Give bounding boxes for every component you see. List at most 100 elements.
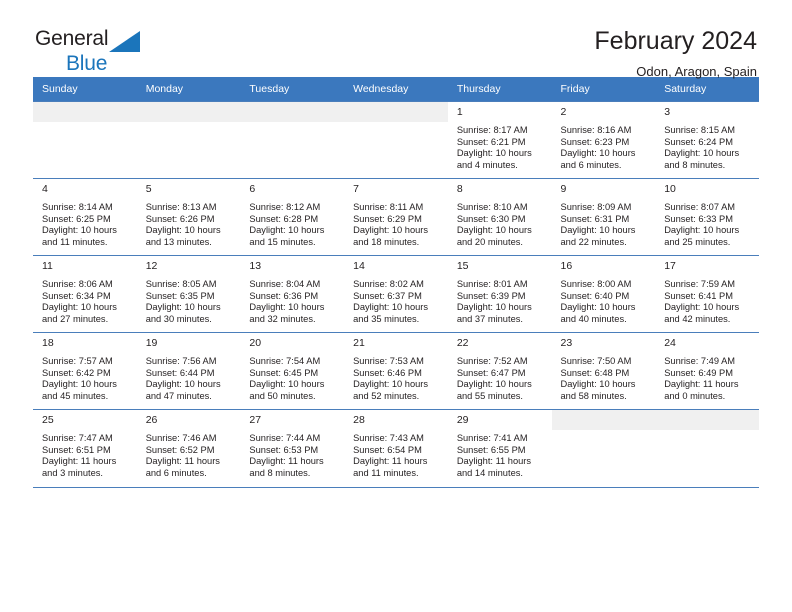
day-details: Sunrise: 7:57 AM Sunset: 6:42 PM Daylight:…: [33, 353, 137, 402]
sunset-text: Sunset: 6:51 PM: [42, 444, 111, 455]
calendar-week-row: 18 Sunrise: 7:57 AM Sunset: 6:42 PM Dayligh…: [33, 332, 759, 410]
day-cell-inner: 14 Sunrise: 8:02 AM Sunset: 6:37 PM Dayligh…: [344, 256, 448, 332]
calendar-day-cell[interactable]: 12 Sunrise: 8:05 AM Sunset: 6:35 PM Dayligh…: [136, 255, 241, 333]
calendar-day-cell[interactable]: 21 Sunrise: 7:53 AM Sunset: 6:46 PM Dayligh…: [344, 332, 448, 410]
day-cell-inner: 9 Sunrise: 8:09 AM Sunset: 6:31 PM Daylight…: [552, 179, 656, 255]
day-details: Sunrise: 7:43 AM Sunset: 6:54 PM Daylight:…: [344, 430, 448, 479]
sunset-text: Sunset: 6:35 PM: [145, 290, 215, 301]
calendar-day-cell[interactable]: 19 Sunrise: 7:56 AM Sunset: 6:44 PM Dayligh…: [136, 332, 241, 410]
calendar-day-cell[interactable]: 9 Sunrise: 8:09 AM Sunset: 6:31 PM Daylight…: [551, 178, 656, 256]
calendar-day-cell[interactable]: 16 Sunrise: 8:00 AM Sunset: 6:40 PM Dayligh…: [551, 255, 656, 333]
sunrise-text: Sunrise: 7:41 AM: [456, 433, 528, 443]
calendar-day-cell[interactable]: 11 Sunrise: 8:06 AM Sunset: 6:34 PM Dayligh…: [33, 255, 137, 333]
calendar-day-cell[interactable]: 7 Sunrise: 8:11 AM Sunset: 6:29 PM Daylight…: [344, 178, 448, 256]
day-number: [551, 410, 656, 430]
day-details: Sunrise: 8:01 AM Sunset: 6:39 PM Daylight:…: [448, 276, 552, 325]
day-details: Sunrise: 8:02 AM Sunset: 6:37 PM Daylight:…: [344, 276, 448, 325]
daylight-text: Daylight: 10 hours and 15 minutes.: [249, 225, 325, 247]
sunrise-text: Sunrise: 7:57 AM: [42, 356, 113, 366]
day-details: Sunrise: 8:04 AM Sunset: 6:36 PM Daylight:…: [240, 276, 344, 325]
day-cell-inner: 8 Sunrise: 8:10 AM Sunset: 6:30 PM Daylight…: [448, 179, 552, 255]
calendar-day-cell[interactable]: 4 Sunrise: 8:14 AM Sunset: 6:25 PM Daylight…: [33, 178, 137, 256]
day-cell-inner: 23 Sunrise: 7:50 AM Sunset: 6:48 PM Dayligh…: [552, 333, 656, 409]
day-details: Sunrise: 8:15 AM Sunset: 6:24 PM Daylight:…: [655, 122, 759, 171]
day-cell-inner: [240, 102, 345, 178]
calendar-day-cell[interactable]: 29 Sunrise: 7:41 AM Sunset: 6:55 PM Dayligh…: [447, 409, 552, 487]
day-details: Sunrise: 8:09 AM Sunset: 6:31 PM Daylight:…: [552, 199, 656, 248]
calendar-day-cell[interactable]: 2 Sunrise: 8:16 AM Sunset: 6:23 PM Daylight…: [551, 101, 656, 179]
day-number: 12: [145, 260, 158, 272]
calendar-table: Sunday Monday Tuesday Wednesday Thursday Frid…: [33, 77, 759, 487]
day-number: 10: [664, 183, 676, 195]
calendar-day-cell[interactable]: 26 Sunrise: 7:46 AM Sunset: 6:52 PM Dayligh…: [136, 409, 241, 487]
sunset-text: Sunset: 6:39 PM: [456, 290, 526, 301]
calendar-bottom-rule: [33, 486, 759, 488]
daylight-text: Daylight: 10 hours and 8 minutes.: [664, 148, 740, 170]
calendar-cell-empty: [344, 101, 448, 179]
calendar-day-cell[interactable]: 22 Sunrise: 7:52 AM Sunset: 6:47 PM Dayligh…: [447, 332, 552, 410]
calendar-day-cell[interactable]: 23 Sunrise: 7:50 AM Sunset: 6:48 PM Dayligh…: [551, 332, 656, 410]
day-number: 26: [145, 414, 158, 426]
logo-text-general: General: [35, 27, 109, 50]
calendar-day-cell[interactable]: 17 Sunrise: 7:59 AM Sunset: 6:41 PM Dayligh…: [655, 255, 759, 333]
calendar-day-cell[interactable]: 1 Sunrise: 8:17 AM Sunset: 6:21 PM Daylight…: [447, 101, 552, 179]
sunset-text: Sunset: 6:49 PM: [664, 367, 733, 378]
day-cell-inner: 3 Sunrise: 8:15 AM Sunset: 6:24 PM Daylight…: [655, 102, 759, 178]
day-number: 9: [560, 183, 567, 195]
day-details: Sunrise: 8:00 AM Sunset: 6:40 PM Daylight:…: [552, 276, 656, 325]
weekday-header-thursday: Thursday: [447, 77, 552, 102]
calendar-day-cell[interactable]: 3 Sunrise: 8:15 AM Sunset: 6:24 PM Daylight…: [655, 101, 759, 179]
sunset-text: Sunset: 6:28 PM: [249, 213, 319, 224]
day-details: Sunrise: 7:46 AM Sunset: 6:52 PM Daylight:…: [137, 430, 241, 479]
day-details: Sunrise: 7:44 AM Sunset: 6:53 PM Daylight:…: [240, 430, 344, 479]
sunset-text: Sunset: 6:48 PM: [560, 367, 630, 378]
day-number: [655, 410, 759, 430]
day-number: [240, 102, 345, 122]
sunset-text: Sunset: 6:33 PM: [664, 213, 733, 224]
sunset-text: Sunset: 6:34 PM: [42, 290, 111, 301]
daylight-text: Daylight: 10 hours and 50 minutes.: [249, 379, 325, 401]
calendar-day-cell[interactable]: 5 Sunrise: 8:13 AM Sunset: 6:26 PM Daylight…: [136, 178, 241, 256]
sunrise-text: Sunrise: 8:10 AM: [456, 202, 528, 212]
calendar-day-cell[interactable]: 20 Sunrise: 7:54 AM Sunset: 6:45 PM Dayligh…: [240, 332, 345, 410]
calendar-day-cell[interactable]: 14 Sunrise: 8:02 AM Sunset: 6:37 PM Dayligh…: [344, 255, 448, 333]
daylight-text: Daylight: 11 hours and 3 minutes.: [42, 456, 117, 478]
calendar-day-cell[interactable]: 10 Sunrise: 8:07 AM Sunset: 6:33 PM Dayligh…: [655, 178, 759, 256]
day-cell-inner: 28 Sunrise: 7:43 AM Sunset: 6:54 PM Dayligh…: [344, 410, 448, 487]
day-details: Sunrise: 8:06 AM Sunset: 6:34 PM Daylight:…: [33, 276, 137, 325]
sunrise-text: Sunrise: 8:16 AM: [560, 125, 632, 135]
day-number: 23: [560, 337, 573, 349]
sunset-text: Sunset: 6:46 PM: [353, 367, 422, 378]
calendar-cell-empty: [136, 101, 241, 179]
daylight-text: Daylight: 10 hours and 47 minutes.: [145, 379, 221, 401]
calendar-day-cell[interactable]: 6 Sunrise: 8:12 AM Sunset: 6:28 PM Daylight…: [240, 178, 345, 256]
sunset-text: Sunset: 6:21 PM: [456, 136, 526, 147]
day-cell-inner: 10 Sunrise: 8:07 AM Sunset: 6:33 PM Dayligh…: [655, 179, 759, 255]
daylight-text: Daylight: 10 hours and 20 minutes.: [456, 225, 532, 247]
logo[interactable]: General Blue: [33, 26, 175, 80]
calendar-day-cell[interactable]: 18 Sunrise: 7:57 AM Sunset: 6:42 PM Dayligh…: [33, 332, 137, 410]
day-number: 28: [353, 414, 365, 426]
day-number: 18: [42, 337, 54, 349]
calendar-day-cell[interactable]: 25 Sunrise: 7:47 AM Sunset: 6:51 PM Dayligh…: [33, 409, 137, 487]
day-details: Sunrise: 7:47 AM Sunset: 6:51 PM Daylight:…: [33, 430, 137, 479]
day-cell-inner: [551, 410, 656, 487]
calendar-day-cell[interactable]: 15 Sunrise: 8:01 AM Sunset: 6:39 PM Dayligh…: [447, 255, 552, 333]
sunrise-text: Sunrise: 8:07 AM: [664, 202, 736, 212]
calendar-day-cell[interactable]: 27 Sunrise: 7:44 AM Sunset: 6:53 PM Dayligh…: [240, 409, 345, 487]
day-cell-inner: 21 Sunrise: 7:53 AM Sunset: 6:46 PM Dayligh…: [344, 333, 448, 409]
blue-triangle-icon: [109, 31, 140, 52]
calendar-day-cell[interactable]: 28 Sunrise: 7:43 AM Sunset: 6:54 PM Dayligh…: [344, 409, 448, 487]
calendar-cell-empty: [33, 101, 137, 179]
day-details: Sunrise: 8:16 AM Sunset: 6:23 PM Daylight:…: [552, 122, 656, 171]
day-number: 4: [42, 183, 48, 195]
calendar-week-row: 4 Sunrise: 8:14 AM Sunset: 6:25 PM Daylight…: [33, 178, 759, 256]
day-cell-inner: 1 Sunrise: 8:17 AM Sunset: 6:21 PM Daylight…: [448, 102, 552, 178]
sunset-text: Sunset: 6:36 PM: [249, 290, 319, 301]
calendar-day-cell[interactable]: 13 Sunrise: 8:04 AM Sunset: 6:36 PM Dayligh…: [240, 255, 345, 333]
daylight-text: Daylight: 10 hours and 52 minutes.: [353, 379, 429, 401]
calendar-day-cell[interactable]: 24 Sunrise: 7:49 AM Sunset: 6:49 PM Dayligh…: [655, 332, 759, 410]
day-number: 16: [560, 260, 573, 272]
daylight-text: Daylight: 10 hours and 11 minutes.: [42, 225, 117, 247]
calendar-day-cell[interactable]: 8 Sunrise: 8:10 AM Sunset: 6:30 PM Daylight…: [447, 178, 552, 256]
